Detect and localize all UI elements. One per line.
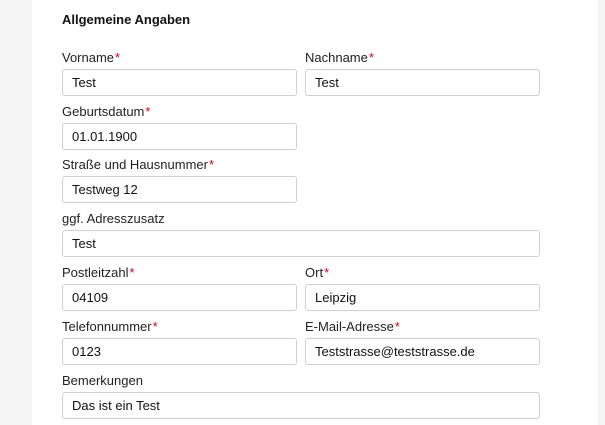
field-plz: Postleitzahl* [62, 265, 297, 311]
vorname-label: Vorname* [62, 50, 121, 65]
ort-label: Ort* [305, 265, 330, 280]
field-telefon: Telefonnummer* [62, 319, 297, 365]
field-ort: Ort* [305, 265, 540, 311]
required-marker: * [115, 50, 121, 65]
geburtsdatum-input[interactable] [62, 123, 297, 150]
required-marker: * [129, 265, 135, 280]
bemerkungen-input[interactable] [62, 392, 540, 419]
field-adresszusatz: ggf. Adresszusatz [62, 211, 540, 257]
bemerkungen-label: Bemerkungen [62, 373, 143, 388]
required-marker: * [152, 319, 158, 334]
field-geburtsdatum: Geburtsdatum* [62, 104, 297, 150]
nachname-label: Nachname* [305, 50, 374, 65]
email-input[interactable] [305, 338, 540, 365]
field-nachname: Nachname* [305, 50, 540, 96]
telefon-input[interactable] [62, 338, 297, 365]
required-marker: * [324, 265, 330, 280]
strasse-input[interactable] [62, 176, 297, 203]
right-margin [598, 0, 605, 425]
form-panel: Allgemeine Angaben Vorname* Nachname* Ge… [32, 0, 598, 425]
geburtsdatum-label: Geburtsdatum* [62, 104, 151, 119]
field-vorname: Vorname* [62, 50, 297, 96]
required-marker: * [145, 104, 151, 119]
strasse-label: Straße und Hausnummer* [62, 157, 215, 172]
required-marker: * [368, 50, 374, 65]
field-strasse: Straße und Hausnummer* [62, 157, 297, 203]
adresszusatz-input[interactable] [62, 230, 540, 257]
section-title: Allgemeine Angaben [62, 12, 191, 27]
ort-input[interactable] [305, 284, 540, 311]
plz-label: Postleitzahl* [62, 265, 135, 280]
required-marker: * [394, 319, 400, 334]
telefon-label: Telefonnummer* [62, 319, 158, 334]
required-marker: * [208, 157, 215, 172]
plz-input[interactable] [62, 284, 297, 311]
vorname-input[interactable] [62, 69, 297, 96]
field-email: E-Mail-Adresse* [305, 319, 540, 365]
adresszusatz-label: ggf. Adresszusatz [62, 211, 165, 226]
email-label: E-Mail-Adresse* [305, 319, 400, 334]
field-bemerkungen: Bemerkungen [62, 373, 540, 419]
nachname-input[interactable] [305, 69, 540, 96]
